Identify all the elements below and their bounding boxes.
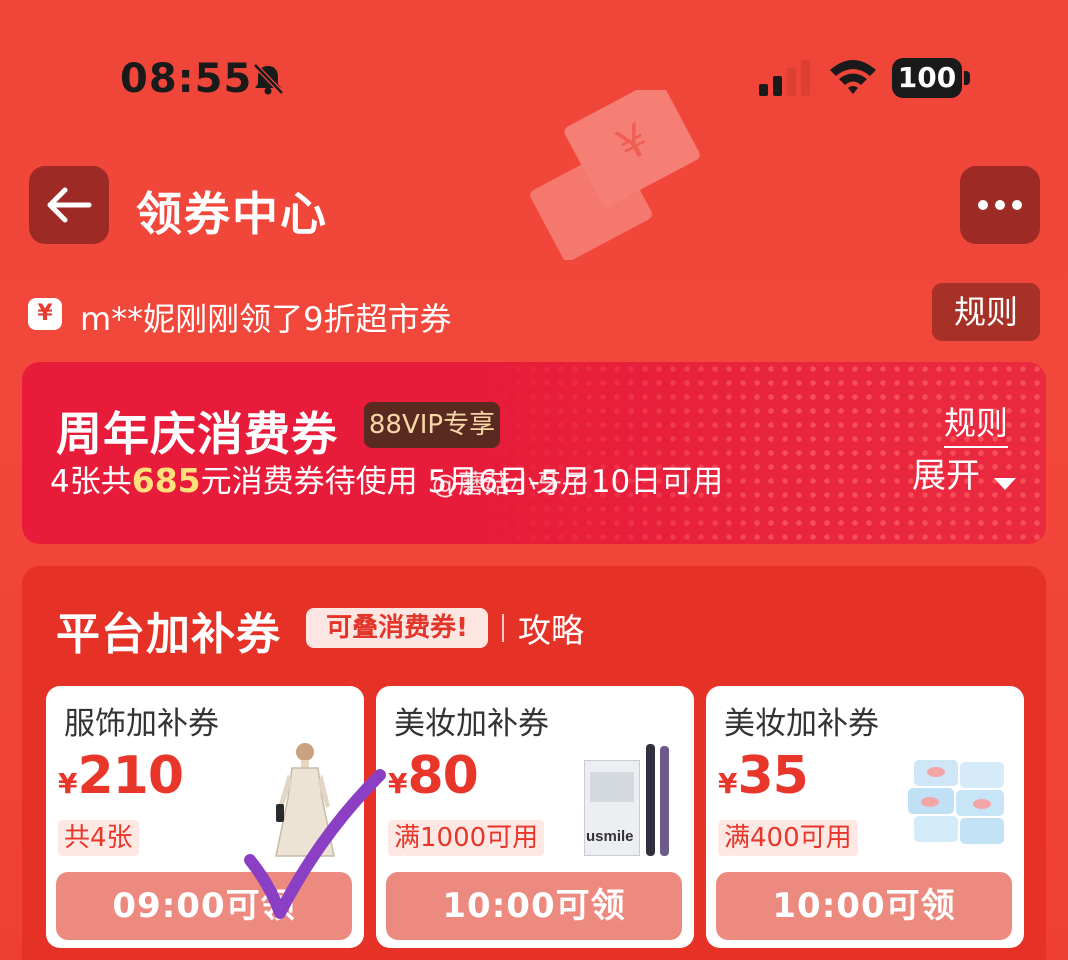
coupon-card-beauty-80[interactable]: 美妆加补券 ¥80 满1000可用 usmile 10:00可领 bbox=[376, 686, 694, 948]
currency-symbol: ¥ bbox=[58, 767, 78, 800]
coupon-card-apparel[interactable]: 服饰加补券 ¥210 共4张 09:00可领 bbox=[46, 686, 364, 948]
subtitle-amount: 685 bbox=[131, 461, 201, 500]
coupon-value: ¥210 bbox=[58, 746, 184, 806]
claim-button[interactable]: 10:00可领 bbox=[386, 872, 682, 940]
coupon-decoration-icon: ¥ bbox=[530, 90, 700, 260]
wifi-icon bbox=[830, 60, 876, 94]
coupon-condition: 共4张 bbox=[58, 820, 139, 856]
expand-button[interactable]: 展开 bbox=[912, 448, 980, 497]
coupon-card-beauty-35[interactable]: 美妆加补券 ¥35 满400可用 10:00可领 bbox=[706, 686, 1024, 948]
toothbrush-handle bbox=[646, 744, 655, 856]
anniversary-subtitle: 4张共685元消费券待使用 5月6日-5月10日可用 bbox=[50, 456, 723, 501]
toothbrush-product-image: usmile bbox=[584, 744, 680, 860]
arrow-left-icon bbox=[47, 187, 92, 223]
coupon-value: ¥35 bbox=[718, 746, 809, 806]
vip-badge: 88VIP专享 bbox=[364, 402, 500, 448]
coupon-amount: 210 bbox=[77, 746, 184, 806]
box-window bbox=[590, 772, 634, 802]
status-time: 08:55 bbox=[120, 56, 253, 102]
anniversary-rules-link[interactable]: 规则 bbox=[944, 398, 1009, 448]
currency-symbol: ¥ bbox=[388, 767, 408, 800]
coupon-name: 美妆加补券 bbox=[724, 706, 879, 742]
claim-ticker-text: m**妮刚刚领了9折超市券 bbox=[80, 300, 452, 338]
more-dot bbox=[995, 200, 1005, 210]
weibo-watermark: @蘑菇小牙子 bbox=[432, 470, 589, 500]
page-title: 领券中心 bbox=[136, 187, 328, 241]
coupon-amount: 35 bbox=[737, 746, 808, 806]
coupon-condition: 满1000可用 bbox=[388, 820, 545, 856]
battery-indicator: 100 bbox=[892, 58, 970, 98]
rules-button[interactable]: 规则 bbox=[932, 283, 1040, 341]
coupon-condition: 满400可用 bbox=[718, 820, 858, 856]
anniversary-coupon-banner[interactable]: 周年庆消费券 4张共685元消费券待使用 5月6日-5月10日可用 bbox=[22, 362, 1046, 544]
caret-down-icon[interactable] bbox=[992, 476, 1018, 492]
title-divider bbox=[502, 614, 504, 642]
currency-symbol: ¥ bbox=[718, 767, 738, 800]
coupon-name: 服饰加补券 bbox=[64, 706, 219, 742]
more-options-button[interactable] bbox=[960, 166, 1040, 244]
yen-coupon-icon: ¥ bbox=[28, 298, 62, 330]
coupon-value: ¥80 bbox=[388, 746, 479, 806]
battery-level: 100 bbox=[892, 58, 962, 98]
guide-link[interactable]: 攻略 bbox=[518, 604, 584, 652]
cellular-signal-icon bbox=[759, 60, 810, 96]
coupon-amount: 80 bbox=[407, 746, 478, 806]
battery-tip bbox=[964, 71, 970, 85]
claim-button[interactable]: 10:00可领 bbox=[716, 872, 1012, 940]
stackable-tag: 可叠消费券! bbox=[306, 608, 488, 648]
subtitle-prefix: 4张共 bbox=[50, 464, 132, 500]
tissue-packs-image bbox=[908, 760, 1004, 844]
more-dot bbox=[1012, 200, 1022, 210]
anniversary-title: 周年庆消费券 bbox=[56, 407, 338, 461]
more-dots-icon bbox=[978, 200, 988, 210]
coupon-name: 美妆加补券 bbox=[394, 706, 549, 742]
brand-label: usmile bbox=[586, 828, 634, 845]
claim-button[interactable]: 09:00可领 bbox=[56, 872, 352, 940]
platform-section-title: 平台加补券 bbox=[56, 609, 281, 660]
bell-mute-icon bbox=[253, 63, 284, 95]
toothbrush-handle bbox=[660, 746, 669, 856]
dress-model-image bbox=[275, 743, 335, 857]
back-button[interactable] bbox=[29, 166, 109, 244]
